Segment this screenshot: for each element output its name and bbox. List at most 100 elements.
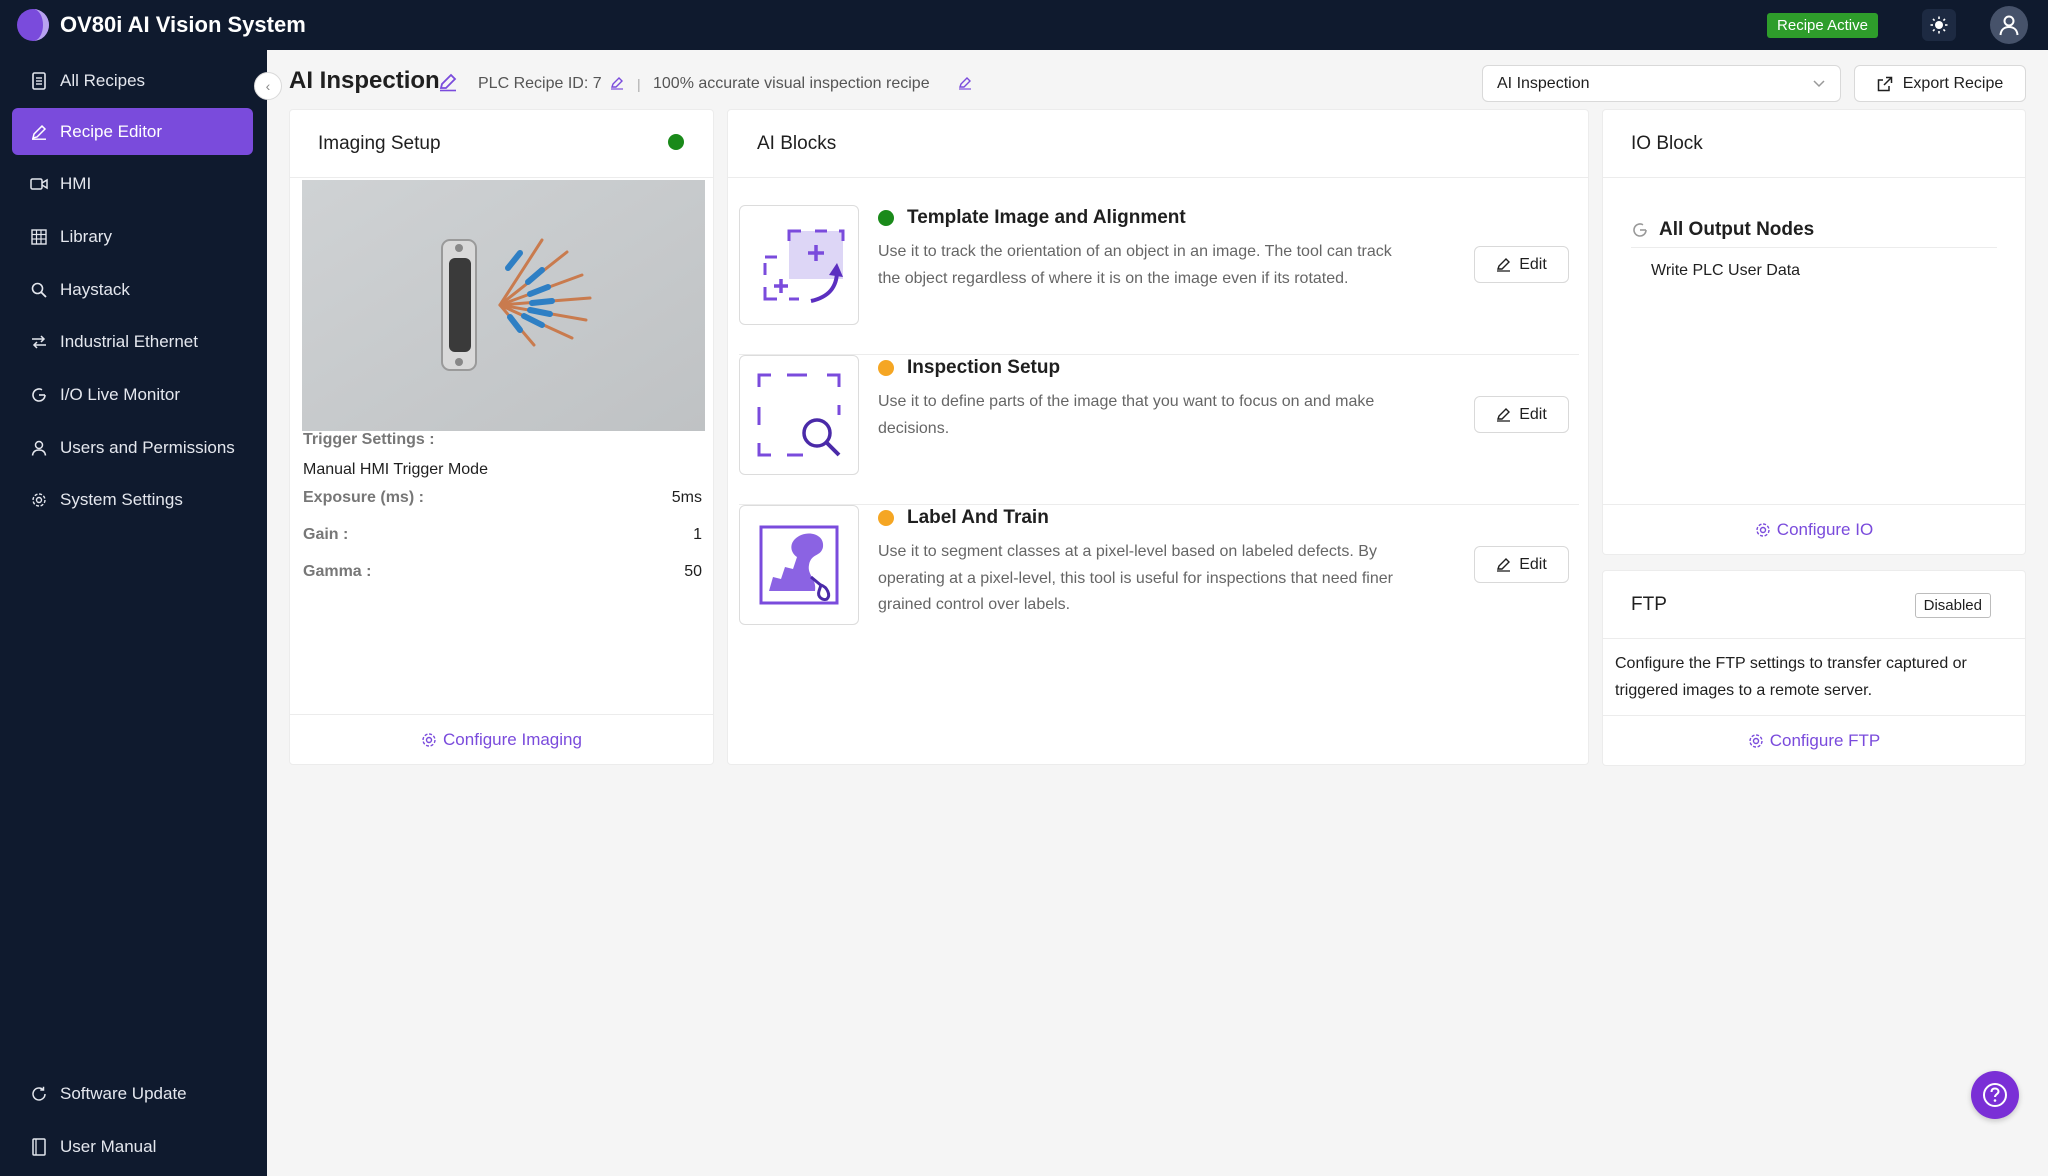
sidebar-item-label: System Settings <box>60 489 183 509</box>
gain-label: Gain : <box>303 526 349 543</box>
ftp-header: FTP Disabled <box>1603 571 2025 639</box>
sidebar-item-haystack[interactable]: Haystack <box>12 266 253 313</box>
pencil-icon <box>30 123 48 141</box>
gear-icon <box>421 732 437 748</box>
configure-ftp-label: Configure FTP <box>1769 730 1881 750</box>
configure-imaging-link[interactable]: Configure Imaging <box>290 714 713 764</box>
sidebar-item-software-update[interactable]: Software Update <box>12 1070 253 1117</box>
configure-io-label: Configure IO <box>1776 519 1874 539</box>
edit-plc-id-icon[interactable] <box>610 76 624 90</box>
sidebar-item-label: Industrial Ethernet <box>60 331 198 351</box>
chevron-down-icon <box>1813 80 1825 88</box>
status-dot <box>878 210 894 226</box>
gear-icon <box>1748 733 1764 749</box>
user-icon <box>30 439 48 457</box>
exposure-value: 5ms <box>671 489 702 506</box>
inspection-region-icon <box>739 355 859 475</box>
imaging-setup-card: Imaging Setup Trigger Settings: Manual … <box>289 109 714 765</box>
ftp-status-badge: Disabled <box>1914 593 1991 618</box>
sidebar-item-label: Haystack <box>60 279 130 299</box>
sidebar-item-label: I/O Live Monitor <box>60 384 180 404</box>
sidebar-item-label: User Manual <box>60 1136 157 1156</box>
all-output-nodes-header[interactable]: All Output Nodes <box>1631 212 1997 248</box>
edit-button[interactable]: Edit <box>1474 396 1569 433</box>
recipe-select-value: AI Inspection <box>1497 74 1590 92</box>
theme-toggle-button[interactable] <box>1922 9 1956 41</box>
camera-preview-image[interactable] <box>302 180 705 431</box>
sidebar-item-hmi[interactable]: HMI <box>12 160 253 207</box>
sidebar-item-label: All Recipes <box>60 70 146 90</box>
sidebar-item-io-live-monitor[interactable]: I/O Live Monitor <box>12 371 253 418</box>
imaging-setup-header: Imaging Setup <box>290 110 713 178</box>
edit-button[interactable]: Edit <box>1474 546 1569 583</box>
export-recipe-label: Export Recipe <box>1902 74 2004 92</box>
configure-io-link[interactable]: Configure IO <box>1603 504 2025 554</box>
block-description: Use it to segment classes at a pixel-lev… <box>878 543 1393 613</box>
configure-imaging-label: Configure Imaging <box>443 729 582 749</box>
configure-ftp-link[interactable]: Configure FTP <box>1603 715 2025 765</box>
ftp-card: FTP Disabled Configure the FTP settings … <box>1602 570 2026 766</box>
gamma-label: Gamma : <box>303 563 372 580</box>
sidebar-item-industrial-ethernet[interactable]: Industrial Ethernet <box>12 318 253 365</box>
sidebar: All Recipes Recipe Editor HMI Library Ha… <box>0 50 267 1176</box>
sidebar-item-user-manual[interactable]: User Manual <box>12 1123 253 1170</box>
sidebar-item-label: HMI <box>60 173 92 193</box>
all-output-nodes-title: All Output Nodes <box>1659 218 1815 240</box>
io-block-card: IO Block All Output Nodes Write PLC User… <box>1602 109 2026 555</box>
block-title: Inspection Setup <box>907 357 1061 378</box>
gain-value: 1 <box>693 526 702 543</box>
chevron-left-icon: ‹ <box>265 78 271 94</box>
imaging-status-dot <box>668 134 684 150</box>
export-icon <box>1877 76 1893 92</box>
sidebar-item-label: Library <box>60 226 112 246</box>
search-icon <box>30 281 48 299</box>
document-icon <box>30 71 48 90</box>
sidebar-item-system-settings[interactable]: System Settings <box>12 476 253 523</box>
sun-icon <box>1930 16 1948 34</box>
gamma-value: 50 <box>684 563 702 580</box>
sidebar-item-users-and-permissions[interactable]: Users and Permissions <box>12 424 253 471</box>
recipe-description: 100% accurate visual inspection recipe <box>653 75 930 92</box>
user-profile-button[interactable] <box>1990 6 2028 44</box>
help-button[interactable] <box>1971 1071 2019 1119</box>
gear-icon <box>1755 522 1771 538</box>
ai-block-template-alignment: Template Image and Alignment Use it to t… <box>739 205 1579 355</box>
io-block-title: IO Block <box>1631 132 1703 154</box>
block-title: Template Image and Alignment <box>907 207 1186 228</box>
sidebar-item-library[interactable]: Library <box>12 213 253 260</box>
ai-block-label-and-train: Label And Train Use it to segment classe… <box>739 505 1579 655</box>
io-block-header: IO Block <box>1603 110 2025 178</box>
question-icon <box>1983 1083 2007 1107</box>
block-description: Use it to define parts of the image that… <box>878 393 1375 437</box>
ai-blocks-header: AI Blocks <box>728 110 1588 178</box>
status-dot <box>878 510 894 526</box>
header-separator: | <box>637 76 641 92</box>
book-icon <box>30 1137 48 1156</box>
refresh-icon <box>30 1085 48 1103</box>
sidebar-item-recipe-editor[interactable]: Recipe Editor <box>12 108 253 155</box>
imaging-setup-title: Imaging Setup <box>318 132 441 154</box>
edit-button[interactable]: Edit <box>1474 246 1569 283</box>
trigger-settings-label: Trigger Settings : <box>303 431 435 448</box>
segmentation-icon <box>739 505 859 625</box>
edit-description-icon[interactable] <box>958 76 972 90</box>
output-nodes-icon <box>1631 221 1649 239</box>
sidebar-collapse-button[interactable]: ‹ <box>254 72 282 100</box>
recipe-select[interactable]: AI Inspection <box>1482 65 1841 102</box>
pencil-icon <box>1496 407 1511 422</box>
gear-icon <box>30 491 48 509</box>
ftp-description: Configure the FTP settings to transfer c… <box>1615 655 1967 699</box>
ai-block-inspection-setup: Inspection Setup Use it to define parts … <box>739 355 1579 505</box>
app-title: OV80i AI Vision System <box>60 12 306 37</box>
plc-recipe-id: PLC Recipe ID: 7 <box>478 75 602 92</box>
user-icon <box>1999 15 2019 36</box>
ftp-title: FTP <box>1631 593 1667 615</box>
ai-blocks-title: AI Blocks <box>757 132 837 154</box>
ai-blocks-card: AI Blocks Template Image and Alignment U… <box>727 109 1589 765</box>
output-node-item[interactable]: Write PLC User Data <box>1651 262 1800 280</box>
edit-title-icon[interactable] <box>438 72 458 92</box>
sidebar-item-all-recipes[interactable]: All Recipes <box>12 57 253 104</box>
top-bar: OV80i AI Vision System Recipe Active <box>0 0 2048 50</box>
export-recipe-button[interactable]: Export Recipe <box>1854 65 2026 102</box>
table-icon <box>30 228 48 246</box>
